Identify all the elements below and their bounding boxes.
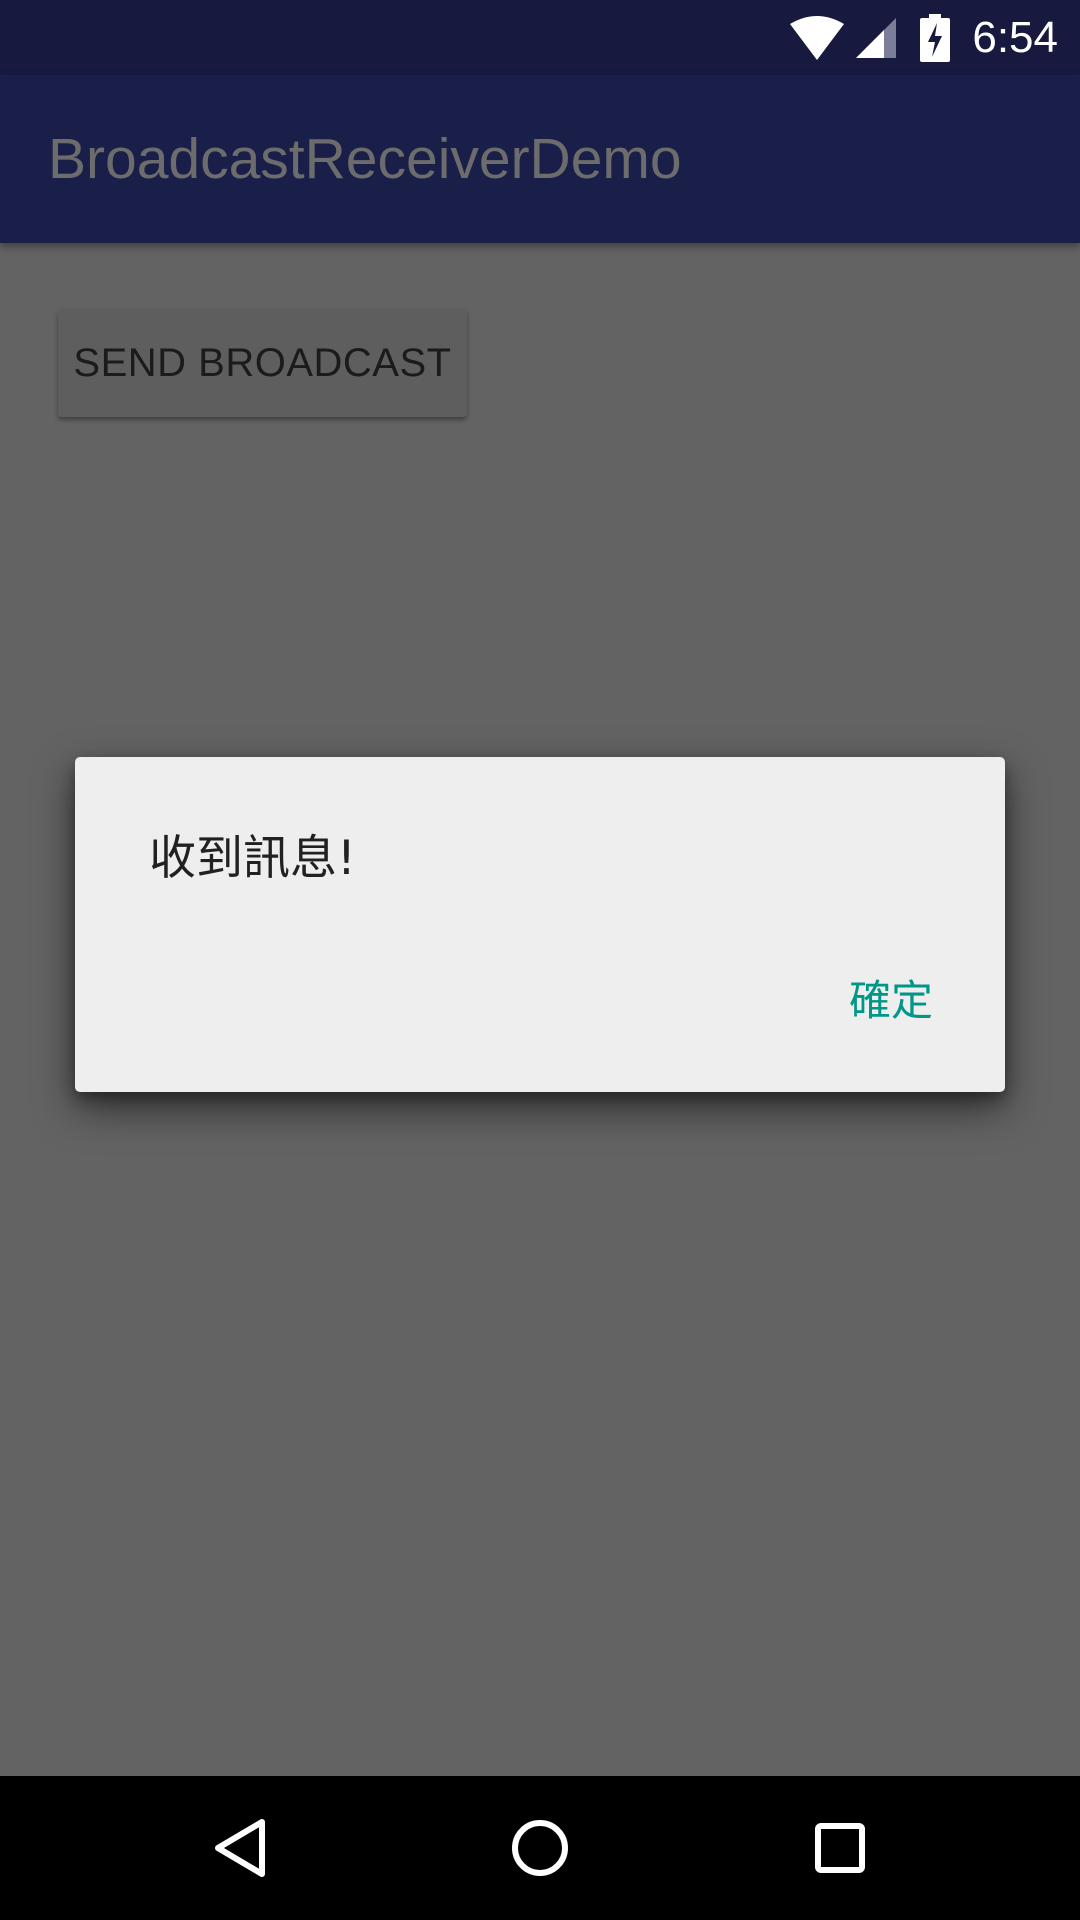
- cell-signal-icon: [856, 17, 897, 58]
- alert-dialog: 收到訊息! 確定: [75, 757, 1005, 1092]
- app-bar: BroadcastReceiverDemo: [0, 75, 1080, 243]
- nav-recents-button[interactable]: [760, 1776, 920, 1920]
- send-broadcast-button[interactable]: SEND BROADCAST: [58, 309, 467, 417]
- status-icons: 6:54: [790, 0, 1058, 75]
- home-icon: [512, 1820, 568, 1876]
- status-clock: 6:54: [972, 12, 1058, 62]
- wifi-icon: [790, 15, 845, 60]
- screen: 6:54 BroadcastReceiverDemo SEND BROADCAS…: [0, 0, 1080, 1920]
- dialog-message: 收到訊息!: [149, 831, 356, 886]
- nav-back-button[interactable]: [160, 1776, 320, 1920]
- nav-home-button[interactable]: [460, 1776, 620, 1920]
- back-icon: [215, 1819, 265, 1877]
- app-title: BroadcastReceiverDemo: [48, 127, 682, 191]
- recents-icon: [815, 1823, 865, 1873]
- dialog-ok-button[interactable]: 確定: [849, 967, 933, 1028]
- status-bar: 6:54: [0, 0, 1080, 75]
- battery-charging-icon: [920, 13, 951, 62]
- navigation-bar: [0, 1776, 1080, 1920]
